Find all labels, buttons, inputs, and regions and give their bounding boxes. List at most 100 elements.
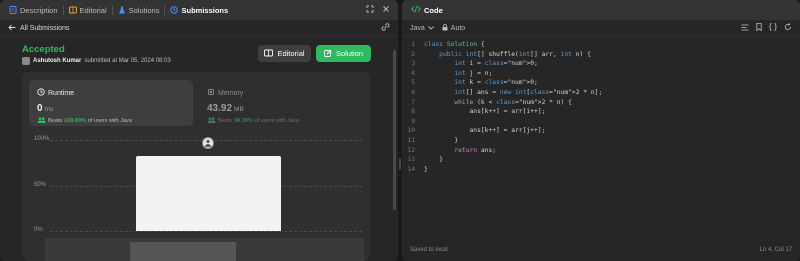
code-line[interactable]: 13 } — [402, 155, 800, 165]
tab-label: Submissions — [181, 5, 229, 15]
submission-subbar: All Submissions — [0, 20, 398, 37]
code-text: class Solution { — [424, 41, 485, 48]
code-line[interactable]: 9 — [402, 117, 800, 127]
tab-label: Solutions — [128, 5, 160, 15]
tab-submissions[interactable]: Submissions — [167, 6, 231, 15]
editorial-label: Editorial — [277, 49, 305, 58]
editor-toolbar: Java Auto — [402, 20, 800, 37]
memory-unit: MB — [234, 106, 244, 113]
code-line[interactable]: 6 int[] ans = new int[class="num">2 * n]… — [402, 88, 800, 98]
beats-prefix: Beats — [218, 118, 233, 124]
code-panel: Code Java Auto 1 class Solution {2 publ… — [402, 0, 800, 261]
memory-title: Memory — [218, 89, 244, 97]
code-text: } — [424, 165, 428, 173]
reset-icon[interactable] — [784, 23, 792, 33]
y-tick-label: 0% — [34, 227, 43, 233]
line-number: 12 — [407, 146, 415, 154]
beats-percent: 100.00% — [64, 118, 86, 124]
flask-icon — [118, 6, 126, 14]
people-icon — [207, 117, 216, 125]
tab-description[interactable]: Description — [6, 6, 61, 15]
beats-prefix: Beats — [48, 118, 63, 124]
code-text: int i = class="num">0; — [454, 60, 538, 68]
tab-label: Code — [424, 5, 443, 15]
runtime-distribution-chart: 100% 50% 0% — [22, 136, 370, 261]
edit-icon — [323, 48, 332, 59]
author-name[interactable]: Ashutosh Kumar — [33, 58, 81, 64]
resize-handle[interactable] — [399, 158, 401, 170]
tab-solutions[interactable]: Solutions — [115, 6, 163, 15]
language-select[interactable]: Java — [410, 25, 434, 32]
language-controls: Java Auto — [410, 23, 465, 33]
runtime-stat[interactable]: Runtime 0 ms Beats 100.00% of users with … — [29, 80, 193, 126]
history-icon — [170, 6, 179, 14]
document-icon — [9, 6, 17, 14]
line-number: 7 — [411, 98, 415, 106]
submitted-time: submitted at Mar 05, 2024 08:03 — [84, 58, 171, 64]
tab-divider — [164, 5, 166, 15]
code-line[interactable]: 4 int j = n; — [402, 69, 800, 79]
auto-mode[interactable]: Auto — [442, 23, 465, 33]
code-line[interactable]: 5 int k = class="num">0; — [402, 78, 800, 88]
editorial-button[interactable]: Editorial — [258, 45, 311, 62]
line-number: 8 — [411, 108, 415, 116]
format-icon[interactable] — [741, 24, 749, 33]
tab-code[interactable]: Code — [408, 5, 446, 15]
code-line[interactable]: 14} — [402, 165, 800, 175]
code-line[interactable]: 7 while (k < class="num">2 * n) { — [402, 98, 800, 108]
solution-button[interactable]: Solution — [316, 45, 371, 62]
cursor-position: Ln 4, Col 17 — [759, 247, 792, 253]
code-text: ans[k++] = arr[j++]; — [424, 127, 546, 135]
code-text: } — [424, 136, 459, 144]
lock-icon — [442, 23, 448, 33]
beats-suffix: of users with Java — [254, 118, 299, 124]
code-text: while (k < class="num">2 * n) { — [454, 98, 572, 106]
user-marker-icon — [205, 139, 211, 147]
tab-label: Description — [20, 5, 58, 15]
distribution-bar[interactable] — [136, 156, 281, 231]
runtime-number: 0 — [37, 103, 43, 114]
bookmark-icon[interactable] — [756, 23, 762, 33]
code-text: int k = class="num">0; — [454, 79, 538, 87]
tab-editorial[interactable]: Editorial — [66, 6, 110, 15]
memory-beats: Beats 98.39% of users with Java — [207, 117, 299, 125]
arrow-left-icon — [8, 24, 16, 33]
expand-icon[interactable] — [366, 5, 374, 15]
avatar[interactable] — [22, 57, 30, 65]
code-line[interactable]: 3 int i = class="num">0; — [402, 59, 800, 69]
code-line[interactable]: 10 ans[k++] = arr[j++]; — [402, 126, 800, 136]
line-number: 13 — [407, 156, 415, 164]
chevron-down-icon — [427, 25, 434, 32]
code-text: int[] ans = new int[class="num">2 * n]; — [454, 88, 603, 96]
memory-stat[interactable]: Memory 43.92 MB Beats 98.39% of users wit… — [199, 80, 363, 126]
tab-divider — [62, 5, 64, 15]
code-line[interactable]: 12 return ans; — [402, 146, 800, 156]
braces-icon[interactable] — [769, 23, 777, 33]
code-line[interactable]: 11 } — [402, 136, 800, 146]
code-line[interactable]: 2 public int[] shuffle(int[] arr, int n)… — [402, 50, 800, 60]
scrollbar[interactable] — [393, 50, 396, 210]
save-status: Saved to local — [410, 247, 448, 253]
book-icon — [264, 49, 274, 59]
chip-icon — [207, 88, 215, 98]
x-axis-range-bar — [130, 242, 236, 261]
y-tick-label: 100% — [34, 136, 50, 142]
submitter-info: Ashutosh Kumar submitted at Mar 05, 2024… — [22, 57, 171, 65]
code-text: ans[k++] = arr[i++]; — [424, 108, 546, 116]
language-label: Java — [410, 24, 425, 32]
code-editor[interactable]: 1 class Solution {2 public int[] shuffle(… — [402, 40, 800, 174]
line-number: 14 — [407, 165, 415, 173]
link-icon[interactable] — [381, 23, 390, 33]
close-icon[interactable] — [382, 5, 390, 15]
code-tab-bar: Code — [402, 0, 800, 20]
memory-value: 43.92 MB — [207, 103, 244, 114]
your-position-marker[interactable] — [202, 137, 214, 149]
code-line[interactable]: 8 ans[k++] = arr[i++]; — [402, 107, 800, 117]
line-number: 5 — [411, 79, 415, 87]
code-line[interactable]: 1 class Solution { — [402, 40, 800, 50]
back-to-submissions[interactable]: All Submissions — [8, 24, 69, 33]
y-tick-label: 50% — [34, 182, 47, 188]
clock-icon — [37, 88, 45, 98]
people-icon — [37, 117, 46, 125]
beats-percent: 98.39% — [234, 118, 253, 124]
